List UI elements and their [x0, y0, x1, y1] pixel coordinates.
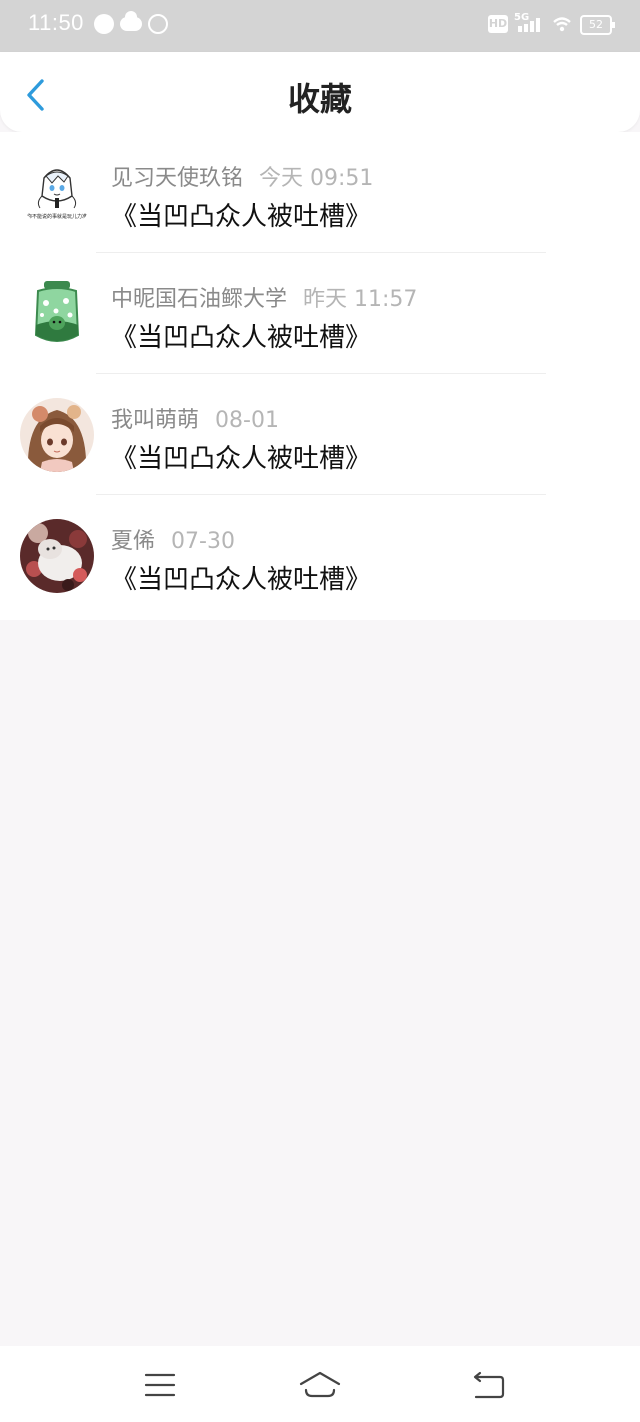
item-message: 《当凹凸众人被吐槽》	[111, 565, 372, 595]
item-name: 我叫萌萌 08-01	[111, 402, 279, 434]
avatar	[20, 519, 94, 593]
hd-icon: HD	[488, 15, 508, 33]
item-time: 08-01	[215, 408, 279, 433]
list-item[interactable]: 夏俙 07-30 《当凹凸众人被吐槽》	[0, 495, 640, 616]
item-message: 《当凹凸众人被吐槽》	[111, 202, 372, 232]
list-item[interactable]: 我叫萌萌 08-01 《当凹凸众人被吐槽》	[0, 374, 640, 495]
favorites-list: 你不能说的事就是玩儿力准 见习天使玖铭今天 09:51 《当凹凸众人被吐槽》	[0, 132, 640, 620]
item-name: 见习天使玖铭 今天 09:51	[111, 160, 373, 192]
sender-name: 中昵国石油鳏大学	[111, 287, 288, 312]
item-message: 《当凹凸众人被吐槽》	[111, 444, 372, 474]
avatar	[20, 277, 94, 351]
item-name: 中昵国石油鳏大学 昨天 11:57	[111, 281, 417, 313]
battery-icon: 52	[580, 15, 615, 35]
header: 收藏	[0, 52, 640, 132]
status-time: 11:50	[28, 10, 84, 35]
svg-text:你不能说的事就是玩儿力准: 你不能说的事就是玩儿力准	[27, 213, 87, 220]
item-name: 夏俙 07-30	[111, 523, 235, 555]
list-item[interactable]: 中昵国石油鳏大学 昨天 11:57 《当凹凸众人被吐槽》	[0, 253, 640, 374]
sender-name: 我叫萌萌	[111, 408, 200, 433]
list-item[interactable]: 你不能说的事就是玩儿力准 见习天使玖铭 今天 09:51 《当凹凸众人被吐槽》	[0, 132, 640, 253]
page-title: 收藏	[287, 80, 352, 118]
item-time: 07-30	[171, 529, 235, 554]
cloud-icon	[120, 11, 142, 31]
home-icon[interactable]	[298, 1368, 342, 1402]
wifi-icon	[553, 17, 571, 32]
circle-icon	[148, 14, 168, 34]
back-icon[interactable]	[466, 1368, 510, 1402]
sender-name: 见习天使玖铭	[111, 166, 244, 191]
navigation-bar	[0, 1346, 640, 1422]
menu-icon[interactable]	[138, 1368, 182, 1402]
item-time: 昨天 11:57	[303, 287, 418, 312]
item-time: 今天 09:51	[259, 166, 374, 191]
avatar	[20, 398, 94, 472]
network-type: 5G	[514, 12, 530, 23]
sender-name: 夏俙	[111, 529, 156, 554]
compass-icon	[94, 14, 114, 34]
status-bar: 11:50 HD 5G 52	[0, 0, 640, 52]
item-message: 《当凹凸众人被吐槽》	[111, 323, 372, 353]
avatar: 你不能说的事就是玩儿力准	[20, 156, 94, 230]
